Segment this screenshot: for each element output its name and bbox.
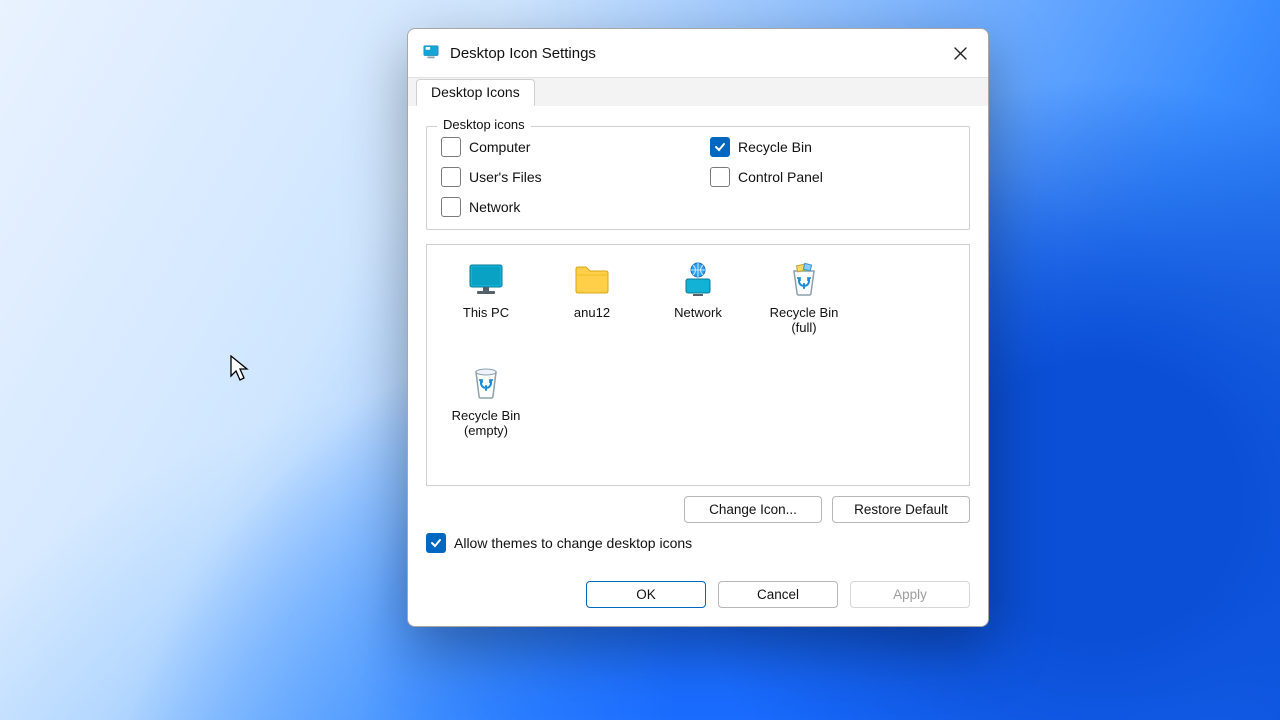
network-icon bbox=[678, 259, 718, 302]
checkbox-computer[interactable]: Computer bbox=[441, 137, 686, 157]
checkbox-control-panel[interactable]: Control Panel bbox=[710, 167, 955, 187]
ok-button[interactable]: OK bbox=[586, 581, 706, 608]
app-icon bbox=[422, 43, 440, 64]
close-icon bbox=[954, 47, 967, 60]
desktop-icons-group: Desktop icons Computer Recycle Bin User'… bbox=[426, 126, 970, 230]
checkbox-label: Allow themes to change desktop icons bbox=[454, 535, 692, 551]
icon-item-recycle-bin-full[interactable]: Recycle Bin (full) bbox=[753, 255, 855, 340]
icon-label: This PC bbox=[463, 306, 509, 321]
icon-label: Recycle Bin (empty) bbox=[452, 409, 521, 439]
icon-item-this-pc[interactable]: This PC bbox=[435, 255, 537, 340]
restore-default-button[interactable]: Restore Default bbox=[832, 496, 970, 523]
checkbox-label: Network bbox=[469, 199, 520, 215]
cancel-button[interactable]: Cancel bbox=[718, 581, 838, 608]
icon-label: Recycle Bin (full) bbox=[770, 306, 839, 336]
checkbox-users-files[interactable]: User's Files bbox=[441, 167, 686, 187]
icon-label: anu12 bbox=[574, 306, 610, 321]
icon-item-network[interactable]: Network bbox=[647, 255, 749, 340]
checkbox-network[interactable]: Network bbox=[441, 197, 686, 217]
titlebar[interactable]: Desktop Icon Settings bbox=[408, 29, 988, 77]
recycle-bin-full-icon bbox=[784, 259, 824, 302]
checkbox-label: Recycle Bin bbox=[738, 139, 812, 155]
checkbox-allow-themes[interactable]: Allow themes to change desktop icons bbox=[426, 533, 970, 553]
icon-label: Network bbox=[674, 306, 722, 321]
recycle-bin-empty-icon bbox=[466, 362, 506, 405]
dialog-footer: OK Cancel Apply bbox=[408, 581, 988, 626]
folder-icon bbox=[572, 259, 612, 302]
change-icon-button[interactable]: Change Icon... bbox=[684, 496, 822, 523]
checkbox-recycle-bin[interactable]: Recycle Bin bbox=[710, 137, 955, 157]
icon-preview-list: This PC anu12 bbox=[426, 244, 970, 486]
checkbox-label: User's Files bbox=[469, 169, 542, 185]
close-button[interactable] bbox=[946, 39, 974, 67]
icon-item-recycle-bin-empty[interactable]: Recycle Bin (empty) bbox=[435, 358, 537, 443]
desktop-icon-settings-dialog: Desktop Icon Settings Desktop Icons Desk… bbox=[407, 28, 989, 627]
group-legend: Desktop icons bbox=[437, 117, 531, 132]
dialog-title: Desktop Icon Settings bbox=[450, 45, 596, 62]
tab-desktop-icons[interactable]: Desktop Icons bbox=[416, 79, 535, 106]
checkbox-label: Control Panel bbox=[738, 169, 823, 185]
checkbox-label: Computer bbox=[469, 139, 530, 155]
apply-button[interactable]: Apply bbox=[850, 581, 970, 608]
monitor-icon bbox=[466, 259, 506, 302]
icon-item-user-folder[interactable]: anu12 bbox=[541, 255, 643, 340]
